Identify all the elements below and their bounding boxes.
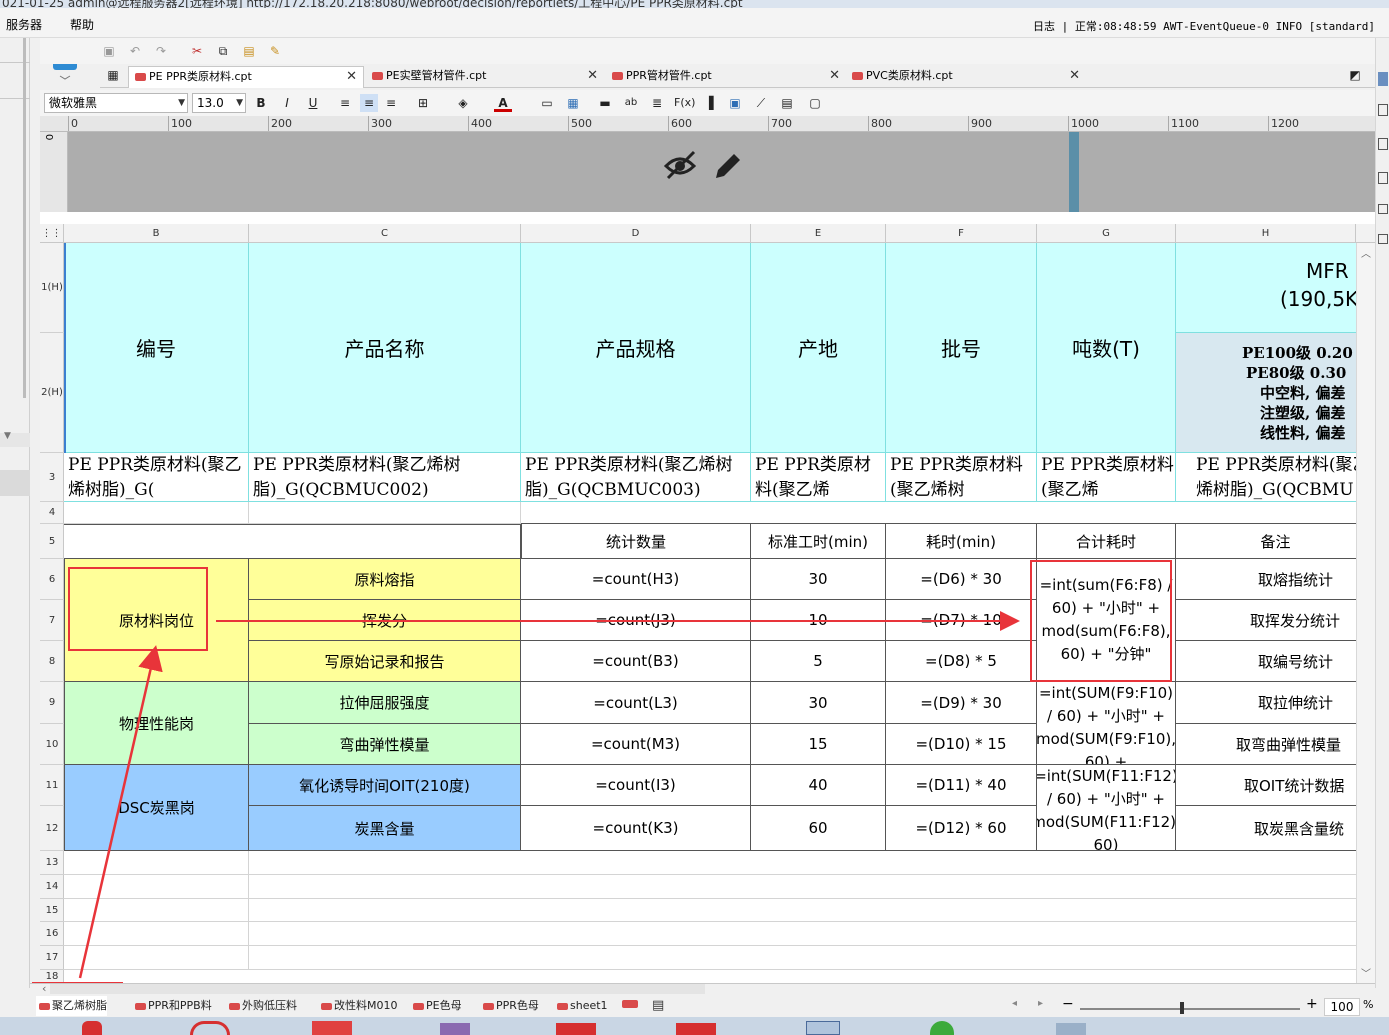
add-tab-icon[interactable]: ▤ (652, 998, 664, 1013)
taskbar-app-icon[interactable] (82, 1021, 102, 1035)
sheet-tab-label: sheet1 (570, 999, 608, 1012)
finereport-icon (229, 1003, 240, 1010)
sheet-tab-pe-masterbatch[interactable]: PE色母 (410, 996, 462, 1016)
zoom-slider-handle[interactable] (1180, 1002, 1184, 1014)
sheet-tab-modified[interactable]: 改性料M010 (318, 996, 398, 1016)
arrow-up (78, 645, 163, 979)
finereport-icon (483, 1003, 494, 1010)
sheet-tab-purchased[interactable]: 外购低压料 (226, 996, 297, 1016)
sheet-tab-polyethylene[interactable]: 聚乙烯树脂 (36, 996, 107, 1016)
sheet-tab-sheet1[interactable]: sheet1 (554, 996, 608, 1016)
taskbar-app-icon[interactable] (312, 1021, 352, 1035)
sheet-tab-label: PPR色母 (496, 999, 539, 1012)
sheet-tab-label: 外购低压料 (242, 999, 297, 1012)
zoom-input[interactable]: 100 (1324, 998, 1360, 1016)
zoom-in-button[interactable]: + (1306, 996, 1318, 1012)
taskbar-app-icon[interactable] (1056, 1023, 1086, 1035)
horizontal-scrollbar[interactable] (50, 984, 705, 994)
sheet-tab-label: PPR和PPB料 (148, 999, 212, 1012)
sheet-tab-ppr-ppb[interactable]: PPR和PPB料 (132, 996, 212, 1016)
annotation-arrows (78, 611, 1020, 979)
zoom-out-button[interactable]: − (1062, 996, 1074, 1012)
chevron-left-icon[interactable]: ◂ (1012, 998, 1017, 1009)
zoom-value: 100 (1330, 1000, 1354, 1014)
finereport-icon (557, 1003, 568, 1010)
finereport-icon (39, 1003, 50, 1010)
chevron-right-icon[interactable]: ▸ (1038, 998, 1043, 1009)
add-sheet-icon[interactable] (622, 1000, 638, 1008)
taskbar-app-icon[interactable] (806, 1021, 840, 1035)
sheet-tab-bar: ‹ 聚乙烯树脂 PPR和PPB料 外购低压料 改性料M010 PE色母 PPR色… (30, 982, 1375, 1017)
os-taskbar (0, 1017, 1389, 1035)
scroll-left-icon[interactable]: ‹ (42, 982, 46, 995)
taskbar-app-icon[interactable] (930, 1021, 954, 1035)
finereport-icon (413, 1003, 424, 1010)
finereport-icon (321, 1003, 332, 1010)
sheet-tab-label: PE色母 (426, 999, 462, 1012)
percent-sign: % (1363, 998, 1374, 1011)
taskbar-app-icon[interactable] (440, 1023, 470, 1035)
taskbar-app-icon[interactable] (676, 1023, 716, 1035)
sheet-tab-ppr-masterbatch[interactable]: PPR色母 (480, 996, 539, 1016)
zoom-slider-track[interactable] (1080, 1008, 1300, 1010)
sheet-tab-label: 改性料M010 (334, 999, 398, 1012)
taskbar-app-icon[interactable] (556, 1023, 596, 1035)
finereport-icon (135, 1003, 146, 1010)
taskbar-app-icon[interactable] (190, 1021, 230, 1035)
sheet-tab-label: 聚乙烯树脂 (52, 999, 107, 1012)
